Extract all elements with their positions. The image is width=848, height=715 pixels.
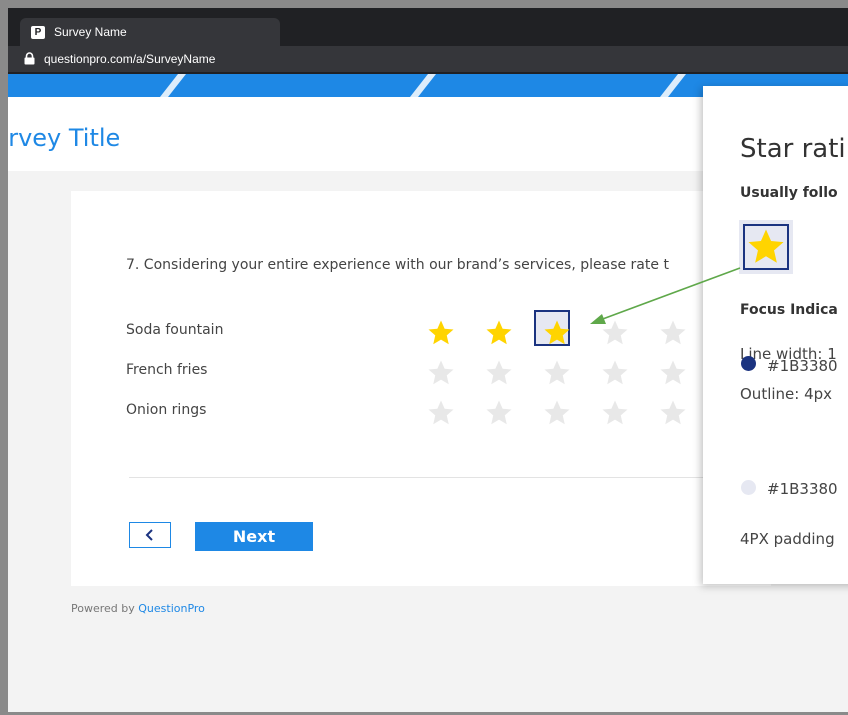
lock-icon bbox=[24, 52, 35, 65]
divider bbox=[129, 477, 749, 478]
star-empty-icon[interactable] bbox=[658, 358, 688, 388]
tab-title: Survey Name bbox=[54, 25, 127, 39]
panel-title: Star rati bbox=[740, 134, 846, 164]
chevron-left-icon bbox=[145, 529, 153, 541]
question-text: 7. Considering your entire experience wi… bbox=[126, 257, 669, 273]
next-button[interactable]: Next bbox=[195, 522, 313, 551]
panel-subtitle: Usually follo bbox=[740, 185, 838, 201]
annotation-panel: Star rati Usually follo Focus Indica Lin… bbox=[703, 86, 848, 584]
row-label-soda-fountain: Soda fountain bbox=[126, 322, 224, 338]
star-empty-icon[interactable] bbox=[484, 398, 514, 428]
star-empty-icon[interactable] bbox=[600, 358, 630, 388]
star-empty-icon[interactable] bbox=[542, 398, 572, 428]
star-empty-icon[interactable] bbox=[600, 398, 630, 428]
question-card: 7. Considering your entire experience wi… bbox=[71, 191, 771, 586]
browser-tab[interactable]: P Survey Name bbox=[20, 18, 280, 46]
swatch-text-2: #1B3380 bbox=[767, 480, 838, 498]
star-empty-icon[interactable] bbox=[542, 358, 572, 388]
star-empty-icon[interactable] bbox=[426, 358, 456, 388]
star-empty-icon[interactable] bbox=[600, 318, 630, 348]
panel-focus-example bbox=[739, 220, 793, 274]
star-filled-icon[interactable] bbox=[426, 318, 456, 348]
powered-by: Powered by QuestionPro bbox=[71, 602, 205, 615]
star-empty-icon[interactable] bbox=[658, 318, 688, 348]
swatch-text-1: #1B3380 bbox=[767, 357, 838, 375]
row-label-french-fries: French fries bbox=[126, 362, 208, 378]
outline-spec: Outline: 4px bbox=[740, 385, 833, 403]
swatch-dot-light bbox=[741, 480, 756, 495]
questionpro-favicon-icon: P bbox=[31, 26, 45, 39]
back-button[interactable] bbox=[129, 522, 171, 548]
star-empty-icon[interactable] bbox=[484, 358, 514, 388]
browser-window: P Survey Name questionpro.com/a/SurveyNa… bbox=[8, 8, 848, 712]
address-bar[interactable]: questionpro.com/a/SurveyName bbox=[8, 46, 848, 72]
padding-spec: 4PX padding bbox=[740, 530, 835, 548]
star-empty-icon[interactable] bbox=[658, 398, 688, 428]
swatch-dot-dark bbox=[741, 356, 756, 371]
star-filled-icon bbox=[748, 229, 784, 263]
url-text[interactable]: questionpro.com/a/SurveyName bbox=[44, 52, 215, 66]
survey-title: urvey Title bbox=[8, 124, 121, 152]
questionpro-link[interactable]: QuestionPro bbox=[138, 602, 205, 615]
star-empty-icon[interactable] bbox=[426, 398, 456, 428]
browser-chrome: P Survey Name questionpro.com/a/SurveyNa… bbox=[8, 8, 848, 74]
row-label-onion-rings: Onion rings bbox=[126, 402, 207, 418]
focus-indicator-heading: Focus Indica bbox=[740, 302, 838, 318]
star-filled-icon[interactable] bbox=[542, 318, 572, 348]
powered-prefix: Powered by bbox=[71, 602, 139, 615]
star-filled-icon[interactable] bbox=[484, 318, 514, 348]
